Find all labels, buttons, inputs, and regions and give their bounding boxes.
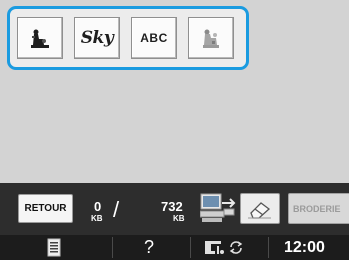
category-button-pattern[interactable] bbox=[17, 17, 63, 59]
status-divider bbox=[268, 237, 269, 258]
greyed-pattern-icon bbox=[203, 29, 219, 48]
eraser-button[interactable] bbox=[240, 193, 280, 224]
embroidery-button[interactable]: BRODERIE bbox=[288, 193, 349, 224]
back-button[interactable]: RETOUR bbox=[18, 194, 73, 223]
category-panel: Sky ABC bbox=[7, 6, 249, 70]
memory-total-value: 732 bbox=[161, 199, 183, 214]
memory-slash: / bbox=[113, 197, 120, 222]
status-divider bbox=[112, 237, 113, 258]
bottom-toolbar: RETOUR 0 KB / 732 KB BRODERIE bbox=[0, 183, 349, 235]
abc-font-label: ABC bbox=[140, 31, 168, 45]
status-bar: ? 12:00 bbox=[0, 235, 349, 260]
memory-used-unit: KB bbox=[91, 214, 103, 223]
rotate-arrows-icon[interactable] bbox=[228, 240, 244, 255]
eraser-icon bbox=[248, 201, 271, 219]
category-button-sky-font[interactable]: Sky bbox=[74, 17, 120, 59]
category-button-abc-font[interactable]: ABC bbox=[131, 17, 177, 59]
memory-total-unit: KB bbox=[173, 214, 185, 223]
character-pattern-icon bbox=[31, 29, 49, 48]
status-divider bbox=[190, 237, 191, 258]
usb-computer-icon[interactable] bbox=[200, 193, 236, 225]
category-button-frame-pattern[interactable] bbox=[188, 17, 234, 59]
machine-settings-icon[interactable] bbox=[203, 239, 225, 256]
memory-used-value: 0 bbox=[94, 199, 102, 214]
clock-display: 12:00 bbox=[284, 239, 325, 256]
help-button[interactable]: ? bbox=[144, 237, 154, 257]
document-icon[interactable] bbox=[47, 238, 61, 257]
embroidery-screen: Sky ABC RETOUR 0 KB / 732 KB BRODERIE ? … bbox=[0, 0, 349, 260]
sky-font-label: Sky bbox=[80, 28, 114, 48]
